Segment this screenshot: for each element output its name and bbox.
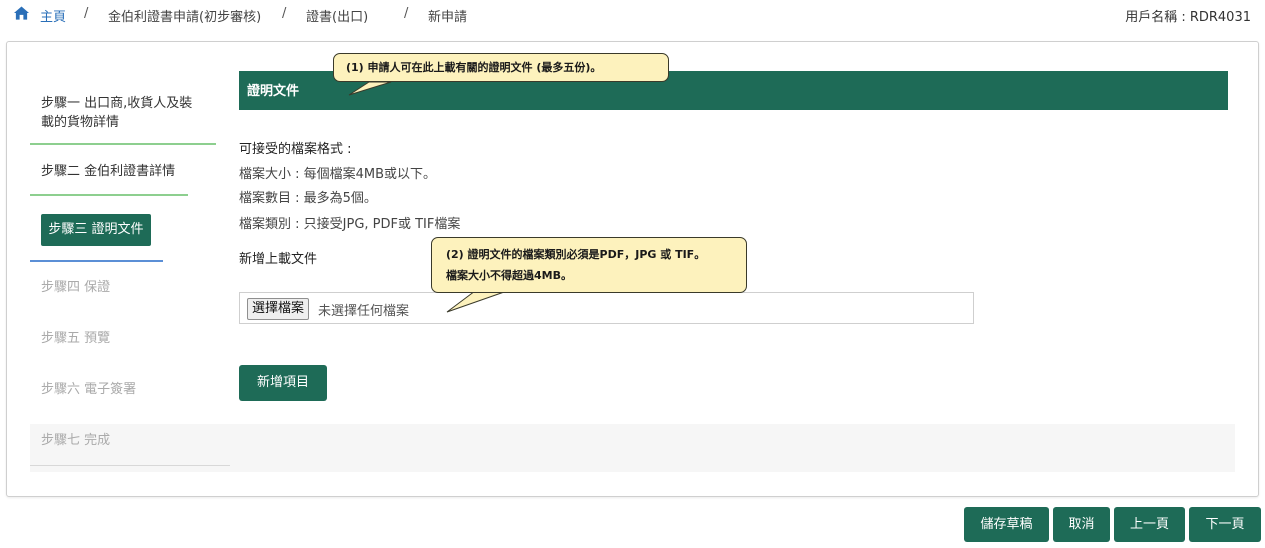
- breadcrumb-item-new: 新申請: [428, 10, 468, 25]
- previous-page-button[interactable]: 上一頁: [1114, 507, 1185, 542]
- formats-heading: 可接受的檔案格式 :: [239, 142, 352, 157]
- home-icon[interactable]: [14, 6, 29, 20]
- breadcrumb-separator: /: [404, 6, 409, 21]
- main-card: 步驟一 出口商,收貨人及裝 載的貨物詳情 步驟二 金伯利證書詳情 步驟三 證明文…: [6, 41, 1259, 497]
- cancel-button[interactable]: 取消: [1053, 507, 1110, 542]
- step-1-link[interactable]: 步驟一 出口商,收貨人及裝 載的貨物詳情: [41, 94, 192, 132]
- callout-1-pointer: [348, 81, 392, 96]
- callout-2: (2) 證明文件的檔案類別必須是PDF，JPG 或 TIF。 檔案大小不得超過4…: [431, 237, 747, 293]
- callout-2-line2: 檔案大小不得超過4MB。: [446, 269, 572, 282]
- step-5-label: 步驟五 預覽: [41, 331, 111, 346]
- save-draft-button[interactable]: 儲存草稿: [964, 507, 1049, 542]
- callout-2-line1: (2) 證明文件的檔案類別必須是PDF，JPG 或 TIF。: [446, 248, 706, 261]
- step-1-divider: [30, 143, 216, 145]
- upload-label: 新增上載文件: [239, 252, 318, 267]
- step-4-label: 步驟四 保證: [41, 280, 111, 295]
- breadcrumb-item-certificate[interactable]: 證書(出口): [306, 6, 368, 25]
- file-input[interactable]: 選擇檔案 未選擇任何檔案: [239, 292, 974, 324]
- top-bar: 主頁 / 金伯利證書申請(初步審核) / 證書(出口) / 新申請 用戶名稱 :…: [0, 0, 1265, 30]
- breadcrumb-separator: /: [84, 6, 89, 21]
- breadcrumb-home-link[interactable]: 主頁: [40, 6, 66, 25]
- step-2-link[interactable]: 步驟二 金伯利證書詳情: [41, 162, 175, 181]
- step-7-label: 步驟七 完成: [41, 433, 111, 448]
- user-name-label: 用戶名稱 : RDR4031: [1125, 10, 1251, 25]
- step-7-divider: [30, 465, 230, 466]
- step-1-label-line1: 步驟一 出口商,收貨人及裝: [41, 96, 193, 111]
- step-6-label: 步驟六 電子簽署: [41, 382, 137, 397]
- formats-type: 檔案類別 : 只接受JPG, PDF或 TIF檔案: [239, 217, 461, 232]
- step-1-label-line2: 載的貨物詳情: [41, 115, 120, 130]
- next-page-button[interactable]: 下一頁: [1189, 507, 1261, 542]
- step-2-divider: [30, 194, 188, 196]
- callout-2-pointer: [446, 290, 508, 313]
- callout-1: (1) 申請人可在此上載有關的證明文件 (最多五份)。: [333, 53, 669, 82]
- step-3-current[interactable]: 步驟三 證明文件: [41, 214, 151, 246]
- callout-1-text: (1) 申請人可在此上載有關的證明文件 (最多五份)。: [346, 61, 602, 74]
- breadcrumb-item-application[interactable]: 金伯利證書申請(初步審核): [108, 6, 261, 25]
- step-3-divider: [30, 260, 163, 262]
- breadcrumb-separator: /: [282, 6, 287, 21]
- no-file-text: 未選擇任何檔案: [318, 304, 410, 319]
- add-item-button[interactable]: 新增項目: [239, 365, 327, 401]
- formats-size: 檔案大小 : 每個檔案4MB或以下。: [239, 167, 437, 182]
- formats-count: 檔案數目 : 最多為5個。: [239, 191, 377, 206]
- choose-file-button[interactable]: 選擇檔案: [247, 298, 310, 320]
